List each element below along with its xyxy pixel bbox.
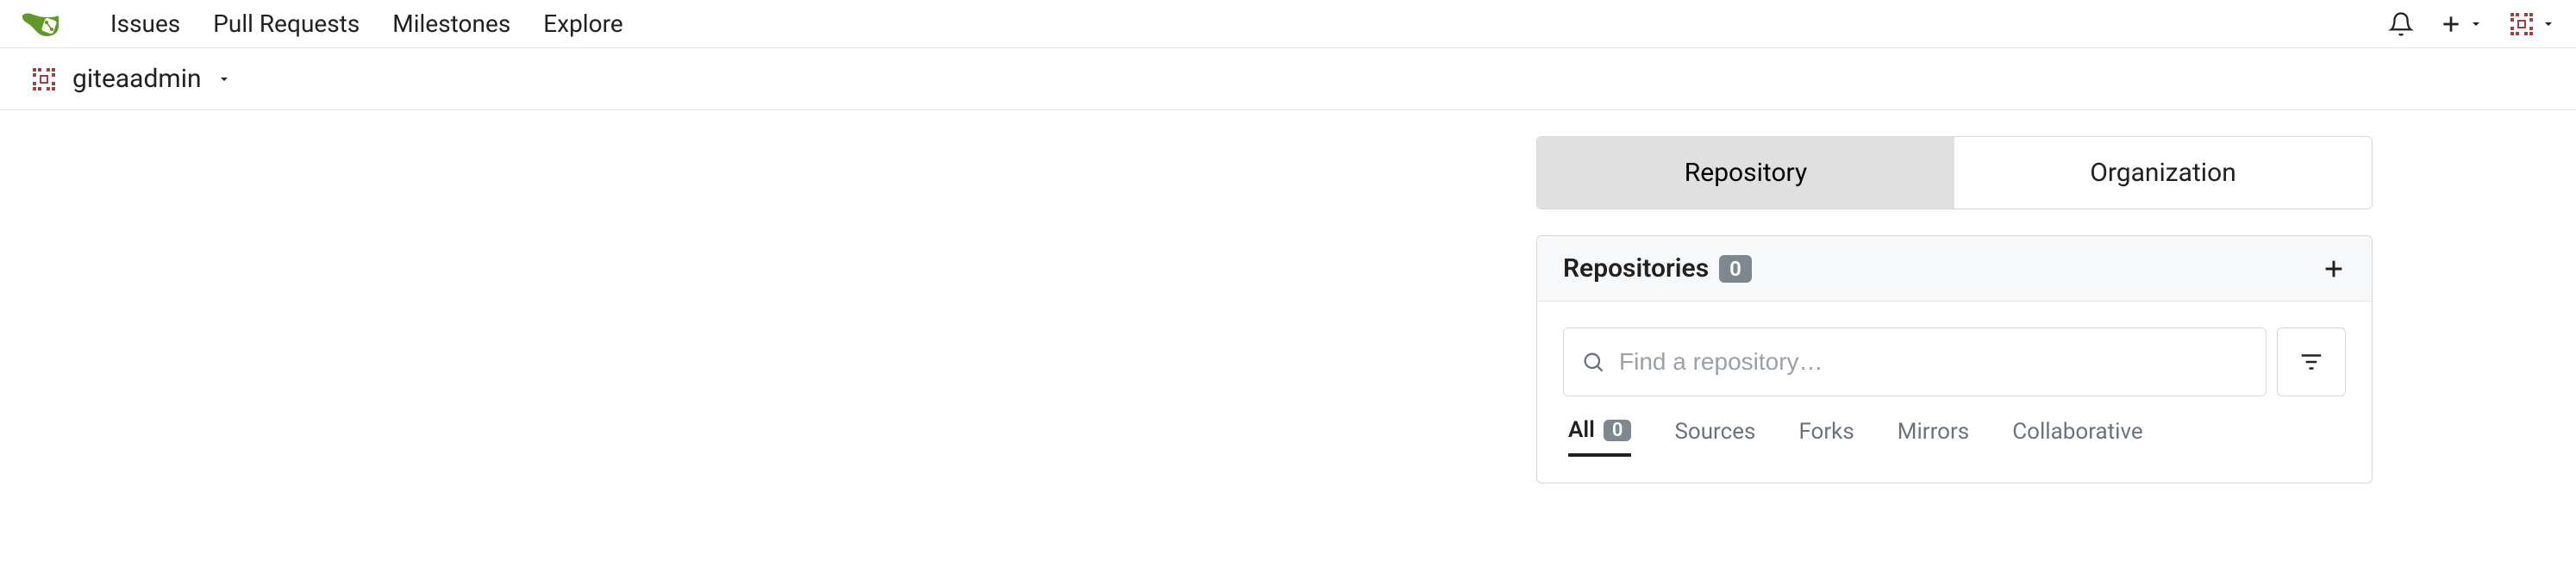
filter-tab-forks[interactable]: Forks <box>1798 417 1854 457</box>
context-username: giteaadmin <box>72 64 202 94</box>
navbar-left: Issues Pull Requests Milestones Explore <box>21 1 623 47</box>
repositories-header: Repositories 0 <box>1537 236 2372 302</box>
filter-tab-all-label: All <box>1568 417 1595 443</box>
filter-tab-sources[interactable]: Sources <box>1674 417 1755 457</box>
tab-repository[interactable]: Repository <box>1537 137 1954 209</box>
nav-issues[interactable]: Issues <box>110 1 180 47</box>
caret-down-icon <box>2469 17 2483 31</box>
nav-milestones[interactable]: Milestones <box>392 1 510 47</box>
filter-icon <box>2298 349 2324 375</box>
repo-filter-tabs: All 0 Sources Forks Mirrors Collaborativ… <box>1563 417 2346 457</box>
filter-tab-all[interactable]: All 0 <box>1568 417 1631 457</box>
panel-tab-switch: Repository Organization <box>1536 136 2373 209</box>
navbar-right <box>2388 11 2555 37</box>
repo-search-row <box>1563 327 2346 396</box>
activity-feed-empty <box>31 136 1536 483</box>
bell-icon <box>2388 11 2414 37</box>
filter-tab-all-count: 0 <box>1604 420 1632 441</box>
nav-pull-requests[interactable]: Pull Requests <box>213 1 360 47</box>
new-repository-button[interactable] <box>2322 257 2346 281</box>
gitea-logo-icon <box>21 10 60 38</box>
repo-filter-button[interactable] <box>2277 327 2346 396</box>
create-menu-button[interactable] <box>2440 13 2483 35</box>
user-menu-button[interactable] <box>2509 11 2555 37</box>
top-navbar: Issues Pull Requests Milestones Explore <box>0 0 2576 48</box>
search-icon <box>1581 350 1605 374</box>
plus-icon <box>2440 13 2462 35</box>
right-panel: Repository Organization Repositories 0 <box>1536 136 2373 483</box>
repo-search-wrap <box>1563 327 2267 396</box>
caret-down-icon <box>2542 17 2555 31</box>
repositories-box: Repositories 0 <box>1536 235 2373 483</box>
gitea-logo[interactable] <box>21 10 60 38</box>
caret-down-icon <box>217 72 231 86</box>
filter-tab-mirrors[interactable]: Mirrors <box>1898 417 1969 457</box>
repositories-count-badge: 0 <box>1719 255 1752 283</box>
tab-organization[interactable]: Organization <box>1954 137 2372 209</box>
avatar-icon <box>2509 11 2535 37</box>
repositories-title: Repositories <box>1563 253 1709 284</box>
repo-search-input[interactable] <box>1619 348 2248 376</box>
plus-icon <box>2322 257 2346 281</box>
main-area: Repository Organization Repositories 0 <box>0 110 2576 509</box>
filter-tab-collaborative[interactable]: Collaborative <box>2012 417 2142 457</box>
nav-explore[interactable]: Explore <box>543 1 622 47</box>
avatar-icon <box>31 66 57 92</box>
context-user-selector[interactable]: giteaadmin <box>31 64 231 94</box>
notifications-button[interactable] <box>2388 11 2414 37</box>
context-bar: giteaadmin <box>0 48 2576 110</box>
repositories-body: All 0 Sources Forks Mirrors Collaborativ… <box>1537 302 2372 483</box>
